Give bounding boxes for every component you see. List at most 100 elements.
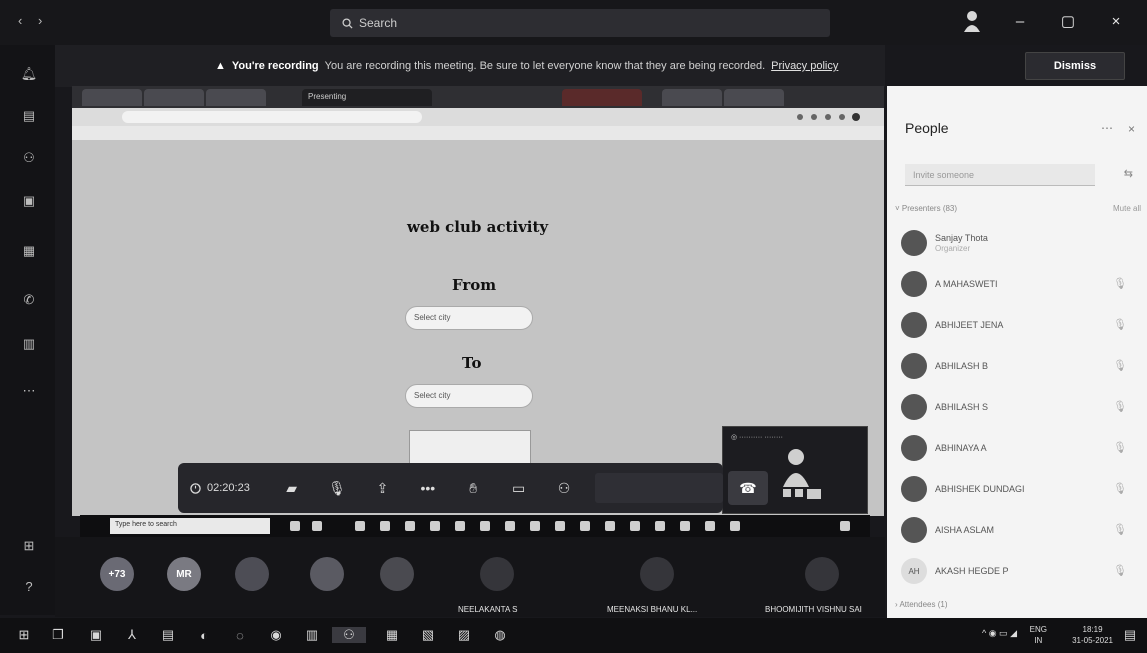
participants-icon[interactable]: ⚇ (541, 471, 586, 505)
camera-icon[interactable]: ▰ (269, 471, 314, 505)
avatar[interactable] (310, 557, 344, 591)
browser-tab (206, 89, 266, 106)
participant-name: Sanjay Thota (935, 233, 988, 243)
people-panel: People ⋯ × Invite someone ⇆ ˅ Presenters… (887, 86, 1147, 620)
recording-title: You're recording (231, 60, 319, 72)
presenters-header[interactable]: ˅ Presenters (83) (895, 204, 957, 213)
apps-icon[interactable]: ⊞ (18, 535, 40, 557)
search-box[interactable]: Search (330, 9, 830, 37)
participant-row[interactable]: ABHISHEK DUNDAGI 🎙︎ (901, 472, 1139, 506)
attendees-header[interactable]: › Attendees (1) (895, 600, 947, 609)
privacy-policy-link[interactable]: Privacy policy (771, 60, 838, 72)
system-tray-icons[interactable]: ^ ◉ ▭ ◢ (982, 628, 1017, 639)
calendar-icon[interactable]: ▦ (18, 240, 40, 262)
chat-icon[interactable]: ▤ (18, 105, 40, 127)
browser-icon[interactable]: ◐ (196, 627, 212, 643)
leave-call-button[interactable]: ☎︎ (728, 471, 768, 505)
taskbar-clock[interactable]: 18:19 31-05-2021 (1072, 624, 1113, 646)
taskbar-app-icon (840, 521, 850, 531)
raise-hand-icon[interactable]: ✋︎ (451, 471, 496, 505)
invite-input[interactable]: Invite someone (905, 164, 1095, 186)
restore-icon[interactable]: ▢ (1055, 8, 1081, 34)
avatar (901, 312, 927, 338)
profile-avatar-icon[interactable] (959, 8, 985, 34)
more-actions-icon[interactable]: ••• (405, 471, 450, 505)
recording-message: You are recording this meeting. Be sure … (324, 60, 766, 72)
close-icon[interactable]: × (1128, 122, 1135, 136)
taskbar-app-icon (630, 521, 640, 531)
app-icon[interactable]: ▧ (420, 627, 436, 643)
share-screen-icon[interactable]: ⇪ (360, 471, 405, 505)
participant-row[interactable]: AISHA ASLAM 🎙︎ (901, 513, 1139, 547)
avatar[interactable] (380, 557, 414, 591)
minimize-icon[interactable]: – (1007, 8, 1033, 34)
chrome-icon[interactable]: ◉ (268, 627, 284, 643)
video-tile[interactable] (805, 557, 839, 591)
participant-row[interactable]: A MAHASWETI 🎙︎ (901, 267, 1139, 301)
dismiss-button[interactable]: Dismiss (1025, 52, 1125, 80)
taskbar-app-icon (480, 521, 490, 531)
participant-role: Organizer (935, 244, 971, 253)
forward-arrow-icon[interactable]: › (38, 13, 42, 28)
taskbar-app-icon (405, 521, 415, 531)
app-icon[interactable]: ▦ (384, 627, 400, 643)
language-code: ENG (1029, 625, 1047, 634)
taskbar-app-icon (505, 521, 515, 531)
mute-all-link[interactable]: Mute all (1113, 204, 1141, 213)
taskbar-app-icon (312, 521, 322, 531)
mic-off-icon: 🎙︎ (1113, 278, 1127, 290)
acrobat-icon[interactable]: ⅄ (124, 627, 140, 643)
participant-name: A MAHASWETI (935, 278, 998, 289)
clock-date: 31-05-2021 (1072, 636, 1113, 645)
language-indicator[interactable]: ENG IN (1030, 624, 1047, 646)
task-view-icon[interactable]: ❐ (50, 627, 66, 643)
to-label: To (462, 354, 482, 372)
browser-tab (144, 89, 204, 106)
avatar (901, 271, 927, 297)
app-icon[interactable]: ▥ (304, 627, 320, 643)
close-icon[interactable]: × (1103, 8, 1129, 34)
participant-row[interactable]: ABHILASH B 🎙︎ (901, 349, 1139, 383)
meeting-toolbar: 02:20:23 ▰ 🎙︎ ⇪ ••• ✋︎ ▭ ⚇ (178, 463, 723, 513)
overflow-participants[interactable]: +73 (100, 557, 134, 591)
teams-icon[interactable]: ⚇ (18, 147, 40, 169)
avatar[interactable]: MR (167, 557, 201, 591)
url-field (122, 111, 422, 123)
chat-icon[interactable]: ▭ (496, 471, 541, 505)
mic-off-icon: 🎙︎ (1113, 565, 1127, 577)
participant-row[interactable]: AH AKASH HEGDE P 🎙︎ (901, 554, 1139, 588)
share-invite-icon[interactable]: ⇆ (1124, 167, 1133, 180)
app-icon[interactable]: ▤ (160, 627, 176, 643)
video-tile[interactable] (640, 557, 674, 591)
taskbar-app-icon (380, 521, 390, 531)
taskbar-app-icon (455, 521, 465, 531)
avatar[interactable] (235, 557, 269, 591)
participant-row[interactable]: ABHINAYA A 🎙︎ (901, 431, 1139, 465)
participant-row[interactable]: ABHIJEET JENA 🎙︎ (901, 308, 1139, 342)
avatar: AH (901, 558, 927, 584)
activity-icon[interactable]: 🔔︎ (18, 63, 40, 85)
hang-up-icon: ☎︎ (739, 479, 757, 496)
participant-row[interactable]: Sanjay Thota Organizer (901, 226, 1139, 260)
store-icon[interactable]: ▣ (88, 627, 104, 643)
video-tile[interactable] (480, 557, 514, 591)
calls-icon[interactable]: ✆ (18, 289, 40, 311)
more-apps-icon[interactable]: ⋯ (18, 380, 40, 402)
files-icon[interactable]: ▥ (18, 333, 40, 355)
help-icon[interactable]: ? (18, 575, 40, 597)
app-icon[interactable]: ▨ (456, 627, 472, 643)
participant-name: AKASH HEGDE P (935, 565, 1009, 576)
avatar (901, 353, 927, 379)
mic-off-icon: 🎙︎ (1113, 483, 1127, 495)
teams-taskbar-icon[interactable]: ⚇ (332, 627, 366, 643)
app-icon[interactable]: ◍ (492, 627, 508, 643)
back-arrow-icon[interactable]: ‹ (18, 13, 22, 28)
assignments-icon[interactable]: ▣ (18, 190, 40, 212)
edge-icon[interactable]: ◌ (232, 627, 248, 643)
notifications-icon[interactable]: ▤ (1122, 627, 1138, 643)
mic-icon[interactable]: 🎙︎ (314, 471, 359, 505)
windows-start-icon[interactable]: ⊞ (16, 627, 32, 643)
participant-name: ABHILASH S (935, 401, 989, 412)
more-options-icon[interactable]: ⋯ (1101, 121, 1113, 135)
participant-row[interactable]: ABHILASH S 🎙︎ (901, 390, 1139, 424)
